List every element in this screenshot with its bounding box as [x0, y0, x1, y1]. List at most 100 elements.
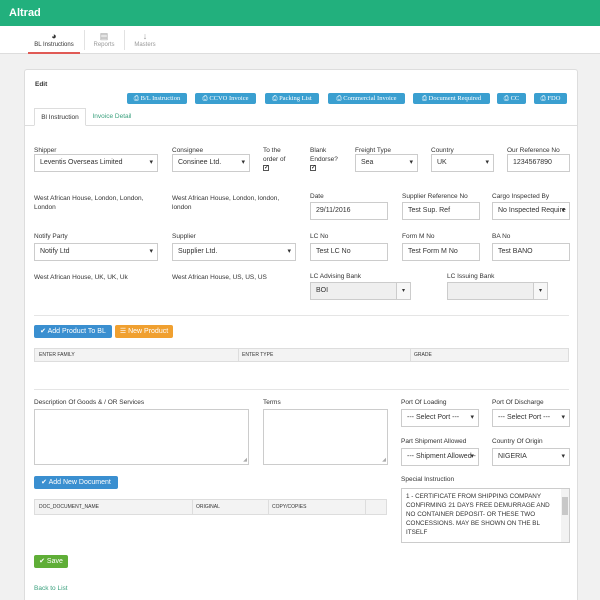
date-input[interactable]: 29/11/2016: [310, 202, 388, 220]
save-button[interactable]: ✔ Save: [34, 555, 68, 568]
top-nav: ◕ BL Instructions ▤ Reports ↓ Masters: [0, 26, 600, 54]
nav-reports[interactable]: ▤ Reports: [88, 26, 120, 54]
column-header: GRADE: [414, 352, 432, 358]
supplier-address: West African House, US, US, US: [172, 274, 267, 281]
add-document-button[interactable]: ✔ Add New Document: [34, 476, 118, 489]
port-of-discharge-select[interactable]: --- Select Port ---: [492, 409, 570, 427]
freight-type-select[interactable]: Sea: [355, 154, 418, 172]
column-header: ENTER TYPE: [242, 352, 274, 358]
date-label: Date: [310, 193, 324, 200]
form-m-no-label: Form M No: [402, 233, 435, 240]
shipper-label: Shipper: [34, 147, 57, 154]
print-document-required-button[interactable]: ⎙ Document Required: [413, 93, 490, 104]
country-select[interactable]: UK: [431, 154, 494, 172]
to-order-of-label: To the order of: [263, 147, 286, 163]
nav-label: BL Instructions: [34, 42, 74, 48]
nav-label: Reports: [93, 42, 115, 48]
special-instruction-label: Special Instruction: [401, 476, 455, 483]
print-commercial-invoice-button[interactable]: ⎙ Commercial Invoice: [328, 93, 405, 104]
special-instruction-text: 1 - CERTIFICATE FROM SHIPPING COMPANY CO…: [406, 493, 550, 536]
lc-advising-bank-label: LC Advising Bank: [310, 273, 361, 280]
chevron-down-icon: ▾: [533, 283, 547, 299]
chevron-down-icon: ▾: [396, 283, 410, 299]
column-divider: [365, 500, 366, 514]
nav-divider: [124, 30, 125, 50]
part-shipment-label: Part Shipment Allowed: [401, 438, 467, 445]
nav-divider: [84, 30, 85, 50]
lc-advising-bank-select[interactable]: BOI ▾: [310, 282, 411, 300]
part-shipment-select[interactable]: --- Shipment Allowed -: [401, 448, 479, 466]
document-table-header: DOC_DOCUMENT_NAME ORIGINAL COPY/COPIES: [34, 499, 387, 515]
table-icon: ▤: [99, 31, 109, 41]
notify-party-select[interactable]: Notify Ltd: [34, 243, 158, 261]
edit-panel: Edit ⎙ B/L Instruction ⎙ CCVO Invoice ⎙ …: [24, 69, 578, 600]
ba-no-input[interactable]: Test BANO: [492, 243, 570, 261]
consignee-label: Consignee: [172, 147, 204, 154]
section-divider: [34, 315, 569, 316]
supplier-select[interactable]: Supplier Ltd.: [172, 243, 296, 261]
country-label: Country: [431, 147, 454, 154]
our-reference-input[interactable]: 1234567890: [507, 154, 570, 172]
app-title: Altrad: [9, 7, 41, 19]
section-divider: [34, 389, 569, 390]
special-instruction-textarea[interactable]: 1 - CERTIFICATE FROM SHIPPING COMPANY CO…: [401, 488, 570, 543]
back-to-list-link[interactable]: Back to List: [34, 585, 68, 592]
nav-bl-instructions[interactable]: ◕ BL Instructions: [28, 26, 80, 54]
print-packing-list-button[interactable]: ⎙ Packing List: [265, 93, 319, 104]
to-order-of-checkbox[interactable]: ✓: [263, 165, 269, 171]
print-cc-button[interactable]: ⎙ CC: [497, 93, 526, 104]
country-of-origin-select[interactable]: NIGERIA: [492, 448, 570, 466]
lc-no-input[interactable]: Test LC No: [310, 243, 388, 261]
terms-label: Terms: [263, 399, 281, 406]
check-icon: ✔: [40, 328, 48, 335]
print-icon: ⎙: [133, 95, 141, 102]
nav-label: Masters: [134, 42, 156, 48]
new-product-button[interactable]: ☰ New Product: [115, 325, 173, 338]
cargo-inspected-by-label: Cargo Inspected By: [492, 193, 550, 200]
nav-masters[interactable]: ↓ Masters: [128, 26, 162, 54]
supplier-reference-label: Supplier Reference No: [402, 193, 468, 200]
consignee-address: West African House, London, london, lond…: [172, 195, 280, 211]
tab-bl-instruction[interactable]: Bl Instruction: [34, 108, 86, 126]
terms-textarea[interactable]: ◢: [263, 409, 388, 465]
ba-no-label: BA No: [492, 233, 511, 240]
shipper-select[interactable]: Leventis Overseas Limited: [34, 154, 158, 172]
product-table-header: ENTER FAMILY ENTER TYPE GRADE: [34, 348, 569, 362]
app-header: Altrad: [0, 0, 600, 26]
add-product-button[interactable]: ✔ Add Product To BL: [34, 325, 112, 338]
arrow-down-icon: ↓: [142, 31, 148, 41]
print-fdo-button[interactable]: ⎙ FDO: [534, 93, 567, 104]
resize-grip-icon: ◢: [382, 457, 386, 463]
lc-issuing-bank-select[interactable]: ▾: [447, 282, 548, 300]
list-icon: ☰: [119, 328, 129, 335]
notify-party-address: West African House, UK, UK, Uk: [34, 274, 128, 281]
print-ccvo-invoice-button[interactable]: ⎙ CCVO Invoice: [195, 93, 256, 104]
scrollbar-thumb[interactable]: [562, 497, 568, 515]
shipper-address: West African House, London, London, Lond…: [34, 195, 144, 211]
lc-advising-bank-value: BOI: [316, 287, 329, 294]
print-bl-instruction-button[interactable]: ⎙ B/L Instruction: [127, 93, 187, 104]
supplier-reference-input[interactable]: Test Sup. Ref: [402, 202, 480, 220]
scrollbar[interactable]: [561, 489, 569, 542]
print-icon: ⎙: [421, 95, 429, 102]
dashboard-icon: ◕: [51, 31, 57, 41]
description-textarea[interactable]: ◢: [34, 409, 249, 465]
blank-endorse-label: Blank Endorse?: [310, 147, 338, 163]
resize-grip-icon: ◢: [243, 457, 247, 463]
form-m-no-input[interactable]: Test Form M No: [402, 243, 480, 261]
tab-invoice-detail[interactable]: Invoice Detail: [89, 108, 135, 126]
cargo-inspected-by-select[interactable]: No Inspected Require: [492, 202, 570, 220]
page-title: Edit: [35, 81, 48, 88]
notify-party-label: Notify Party: [34, 233, 68, 240]
column-header: ORIGINAL: [196, 504, 220, 510]
lc-no-label: LC No: [310, 233, 329, 240]
description-label: Description Of Goods & / OR Services: [34, 399, 145, 406]
column-header: ENTER FAMILY: [39, 352, 75, 358]
lc-issuing-bank-label: LC Issuing Bank: [447, 273, 495, 280]
port-of-loading-select[interactable]: --- Select Port ---: [401, 409, 479, 427]
country-of-origin-label: Country Of Origin: [492, 438, 543, 445]
freight-type-label: Freight Type: [355, 147, 392, 154]
blank-endorse-checkbox[interactable]: ✓: [310, 165, 316, 171]
consignee-select[interactable]: Consinee Ltd.: [172, 154, 250, 172]
column-header: COPY/COPIES: [272, 504, 307, 510]
